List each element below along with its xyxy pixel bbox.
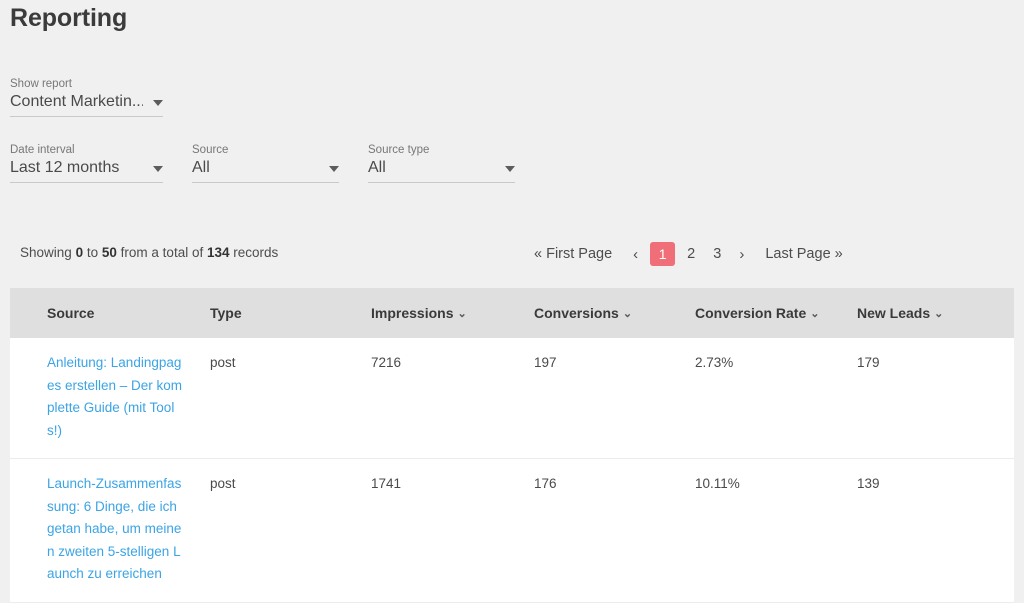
table-toolbar: Showing 0 to 50 from a total of 134 reco… bbox=[0, 239, 1024, 273]
source-type-label: Source type bbox=[368, 144, 430, 156]
column-header-type[interactable]: Type bbox=[210, 288, 371, 338]
column-header-type-label: Type bbox=[210, 305, 242, 321]
caret-down-icon bbox=[153, 166, 163, 172]
last-page-button[interactable]: Last Page » bbox=[759, 246, 848, 262]
cell-type: post bbox=[210, 338, 371, 459]
column-header-impressions[interactable]: Impressions ⌄ bbox=[371, 288, 534, 338]
sort-chevron-down-icon[interactable]: ⌄ bbox=[934, 308, 943, 320]
table-body: Anleitung: Landingpages erstellen – Der … bbox=[10, 338, 1014, 603]
table-header-row: Source Type Impressions ⌄ Conversions ⌄ Co… bbox=[10, 288, 1014, 338]
pagination: « First Page ‹ 1 2 3 › Last Page » bbox=[528, 239, 849, 269]
records-summary: Showing 0 to 50 from a total of 134 reco… bbox=[20, 245, 278, 260]
cell-conversion-rate: 10.11% bbox=[695, 458, 857, 603]
source-label: Source bbox=[192, 144, 229, 156]
records-to: 50 bbox=[101, 245, 117, 260]
column-header-new-leads-label: New Leads bbox=[857, 305, 931, 321]
source-type-select[interactable]: All bbox=[368, 159, 515, 183]
show-report-value: Content Marketin... bbox=[10, 93, 143, 110]
records-suffix: from a total of bbox=[120, 245, 204, 260]
report-table: Source Type Impressions ⌄ Conversions ⌄ Co… bbox=[10, 288, 1014, 603]
page-button-3[interactable]: 3 bbox=[704, 246, 730, 262]
source-select[interactable]: All bbox=[192, 159, 339, 183]
page-button-1[interactable]: 1 bbox=[650, 242, 676, 266]
cell-conversion-rate: 2.73% bbox=[695, 338, 857, 459]
cell-conversions: 176 bbox=[534, 458, 695, 603]
column-header-conversions-label: Conversions bbox=[534, 305, 619, 321]
source-value: All bbox=[192, 159, 210, 176]
cell-impressions: 1741 bbox=[371, 458, 534, 603]
source-link[interactable]: Launch-Zusammenfassung: 6 Dinge, die ich… bbox=[47, 473, 210, 586]
table-row: Launch-Zusammenfassung: 6 Dinge, die ich… bbox=[10, 458, 1014, 603]
cell-new-leads: 139 bbox=[857, 458, 1014, 603]
date-interval-field[interactable]: Date interval Last 12 months bbox=[10, 143, 163, 183]
column-header-source-label: Source bbox=[47, 305, 95, 321]
cell-conversions: 197 bbox=[534, 338, 695, 459]
column-header-conversion-rate[interactable]: Conversion Rate ⌄ bbox=[695, 288, 857, 338]
records-total: 134 bbox=[206, 245, 230, 260]
caret-down-icon bbox=[505, 166, 515, 172]
page-title: Reporting bbox=[10, 4, 128, 32]
cell-new-leads: 179 bbox=[857, 338, 1014, 459]
records-from: 0 bbox=[75, 245, 84, 260]
show-report-field[interactable]: Show report Content Marketin... bbox=[10, 77, 163, 117]
source-type-value: All bbox=[368, 159, 386, 176]
date-interval-label: Date interval bbox=[10, 144, 75, 156]
first-page-button[interactable]: « First Page bbox=[528, 246, 618, 262]
cell-type: post bbox=[210, 458, 371, 603]
records-unit: records bbox=[233, 245, 279, 260]
filters-row: Date interval Last 12 months Source All … bbox=[10, 143, 1024, 183]
show-report-label: Show report bbox=[10, 78, 73, 90]
caret-down-icon bbox=[329, 166, 339, 172]
table-head: Source Type Impressions ⌄ Conversions ⌄ Co… bbox=[10, 288, 1014, 338]
report-selector-group: Show report Content Marketin... bbox=[10, 77, 1024, 117]
date-interval-value: Last 12 months bbox=[10, 159, 120, 176]
column-header-conversion-rate-label: Conversion Rate bbox=[695, 305, 807, 321]
prev-page-button[interactable]: ‹ bbox=[624, 246, 647, 263]
sort-chevron-down-icon[interactable]: ⌄ bbox=[623, 308, 632, 320]
show-report-select[interactable]: Content Marketin... bbox=[10, 93, 163, 117]
table-row: Anleitung: Landingpages erstellen – Der … bbox=[10, 338, 1014, 459]
cell-source: Launch-Zusammenfassung: 6 Dinge, die ich… bbox=[10, 458, 210, 603]
cell-impressions: 7216 bbox=[371, 338, 534, 459]
records-prefix: Showing bbox=[20, 245, 72, 260]
sort-chevron-down-icon[interactable]: ⌄ bbox=[810, 308, 819, 320]
column-header-source[interactable]: Source bbox=[10, 288, 210, 338]
date-interval-select[interactable]: Last 12 months bbox=[10, 159, 163, 183]
caret-down-icon bbox=[153, 100, 163, 106]
column-header-impressions-label: Impressions bbox=[371, 305, 454, 321]
source-field[interactable]: Source All bbox=[192, 143, 339, 183]
next-page-button[interactable]: › bbox=[730, 246, 753, 263]
page-button-2[interactable]: 2 bbox=[678, 246, 704, 262]
source-link[interactable]: Anleitung: Landingpages erstellen – Der … bbox=[47, 352, 210, 442]
cell-source: Anleitung: Landingpages erstellen – Der … bbox=[10, 338, 210, 459]
column-header-conversions[interactable]: Conversions ⌄ bbox=[534, 288, 695, 338]
records-middle: to bbox=[86, 245, 99, 260]
report-table-container: Source Type Impressions ⌄ Conversions ⌄ Co… bbox=[10, 288, 1014, 603]
column-header-new-leads[interactable]: New Leads ⌄ bbox=[857, 288, 1014, 338]
sort-chevron-down-icon[interactable]: ⌄ bbox=[457, 308, 466, 320]
source-type-field[interactable]: Source type All bbox=[368, 143, 515, 183]
